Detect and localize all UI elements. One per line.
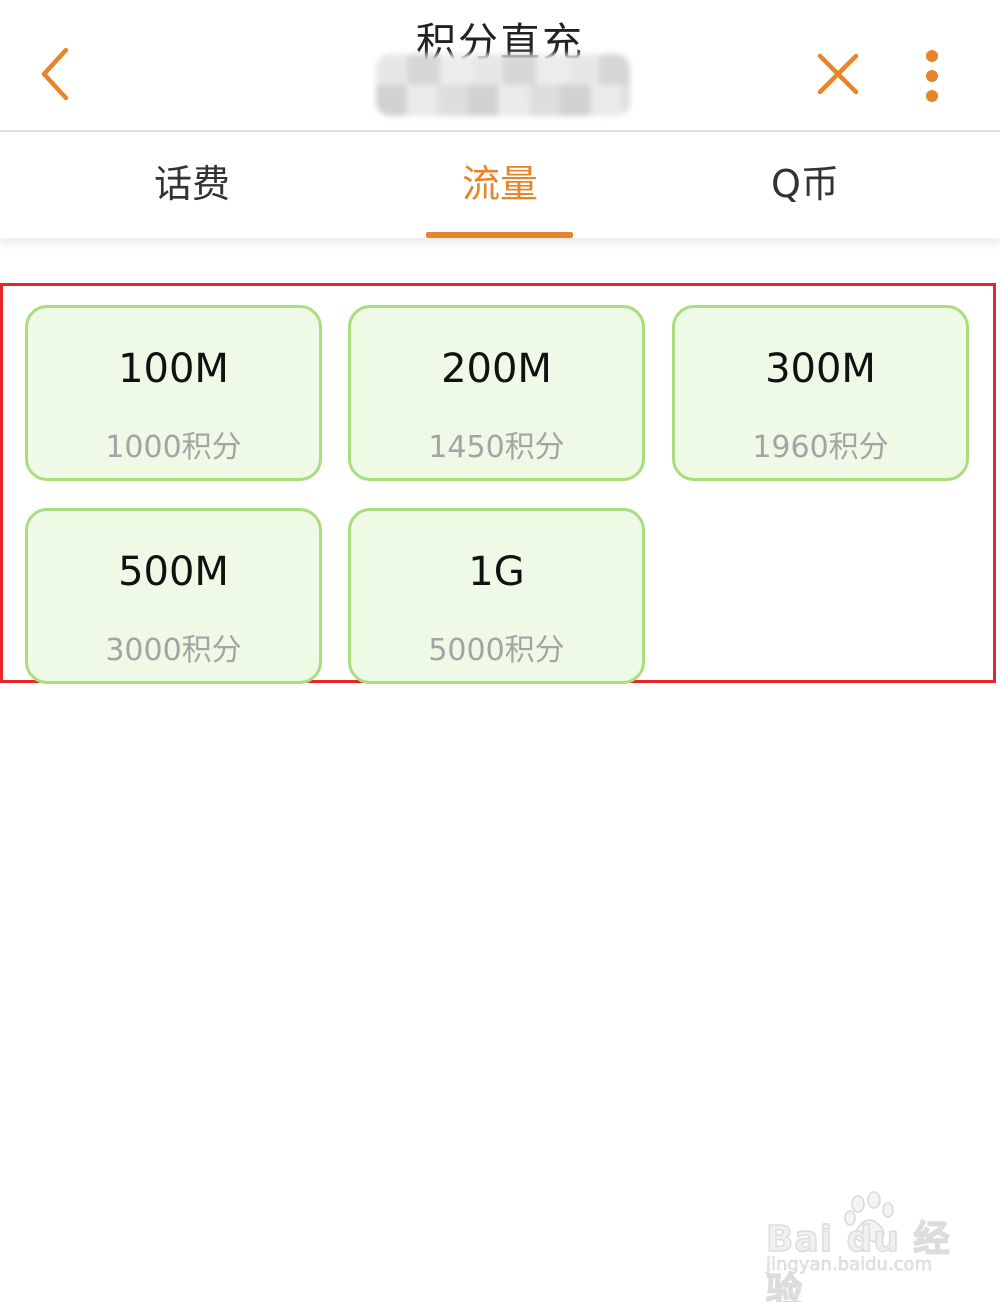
more-vertical-icon — [926, 50, 938, 102]
package-card-1g[interactable]: 1G 5000积分 — [348, 508, 645, 684]
package-amount: 1G — [468, 549, 525, 595]
tab-qcoin[interactable]: Q币 — [695, 134, 915, 238]
package-card-100m[interactable]: 100M 1000积分 — [25, 305, 322, 481]
close-icon — [817, 53, 859, 95]
close-button[interactable] — [810, 46, 866, 102]
page: 积分直充 话费 流量 Q币 100M 1000积分 200M 1450积分 30… — [0, 0, 1000, 1302]
package-points: 5000积分 — [428, 633, 565, 668]
package-amount: 500M — [118, 549, 229, 595]
watermark-url: jingyan.baidu.com — [766, 1254, 933, 1276]
more-button[interactable] — [914, 44, 950, 108]
tab-bar: 话费 流量 Q币 — [0, 134, 1000, 238]
package-amount: 200M — [441, 346, 552, 392]
package-card-200m[interactable]: 200M 1450积分 — [348, 305, 645, 481]
active-tab-indicator — [426, 232, 573, 238]
header-bar: 积分直充 — [0, 0, 1000, 132]
tab-phone-credit[interactable]: 话费 — [82, 134, 302, 238]
package-points: 1000积分 — [105, 430, 242, 465]
package-points: 1450积分 — [428, 430, 565, 465]
package-points: 3000积分 — [105, 633, 242, 668]
blurred-subtitle — [376, 54, 630, 116]
tab-data[interactable]: 流量 — [390, 134, 610, 238]
package-amount: 300M — [765, 346, 876, 392]
package-points: 1960积分 — [752, 430, 889, 465]
baidu-watermark: Bai du 经验 jingyan.baidu.com — [765, 1190, 966, 1302]
package-amount: 100M — [118, 346, 229, 392]
package-card-500m[interactable]: 500M 3000积分 — [25, 508, 322, 684]
package-card-300m[interactable]: 300M 1960积分 — [672, 305, 969, 481]
